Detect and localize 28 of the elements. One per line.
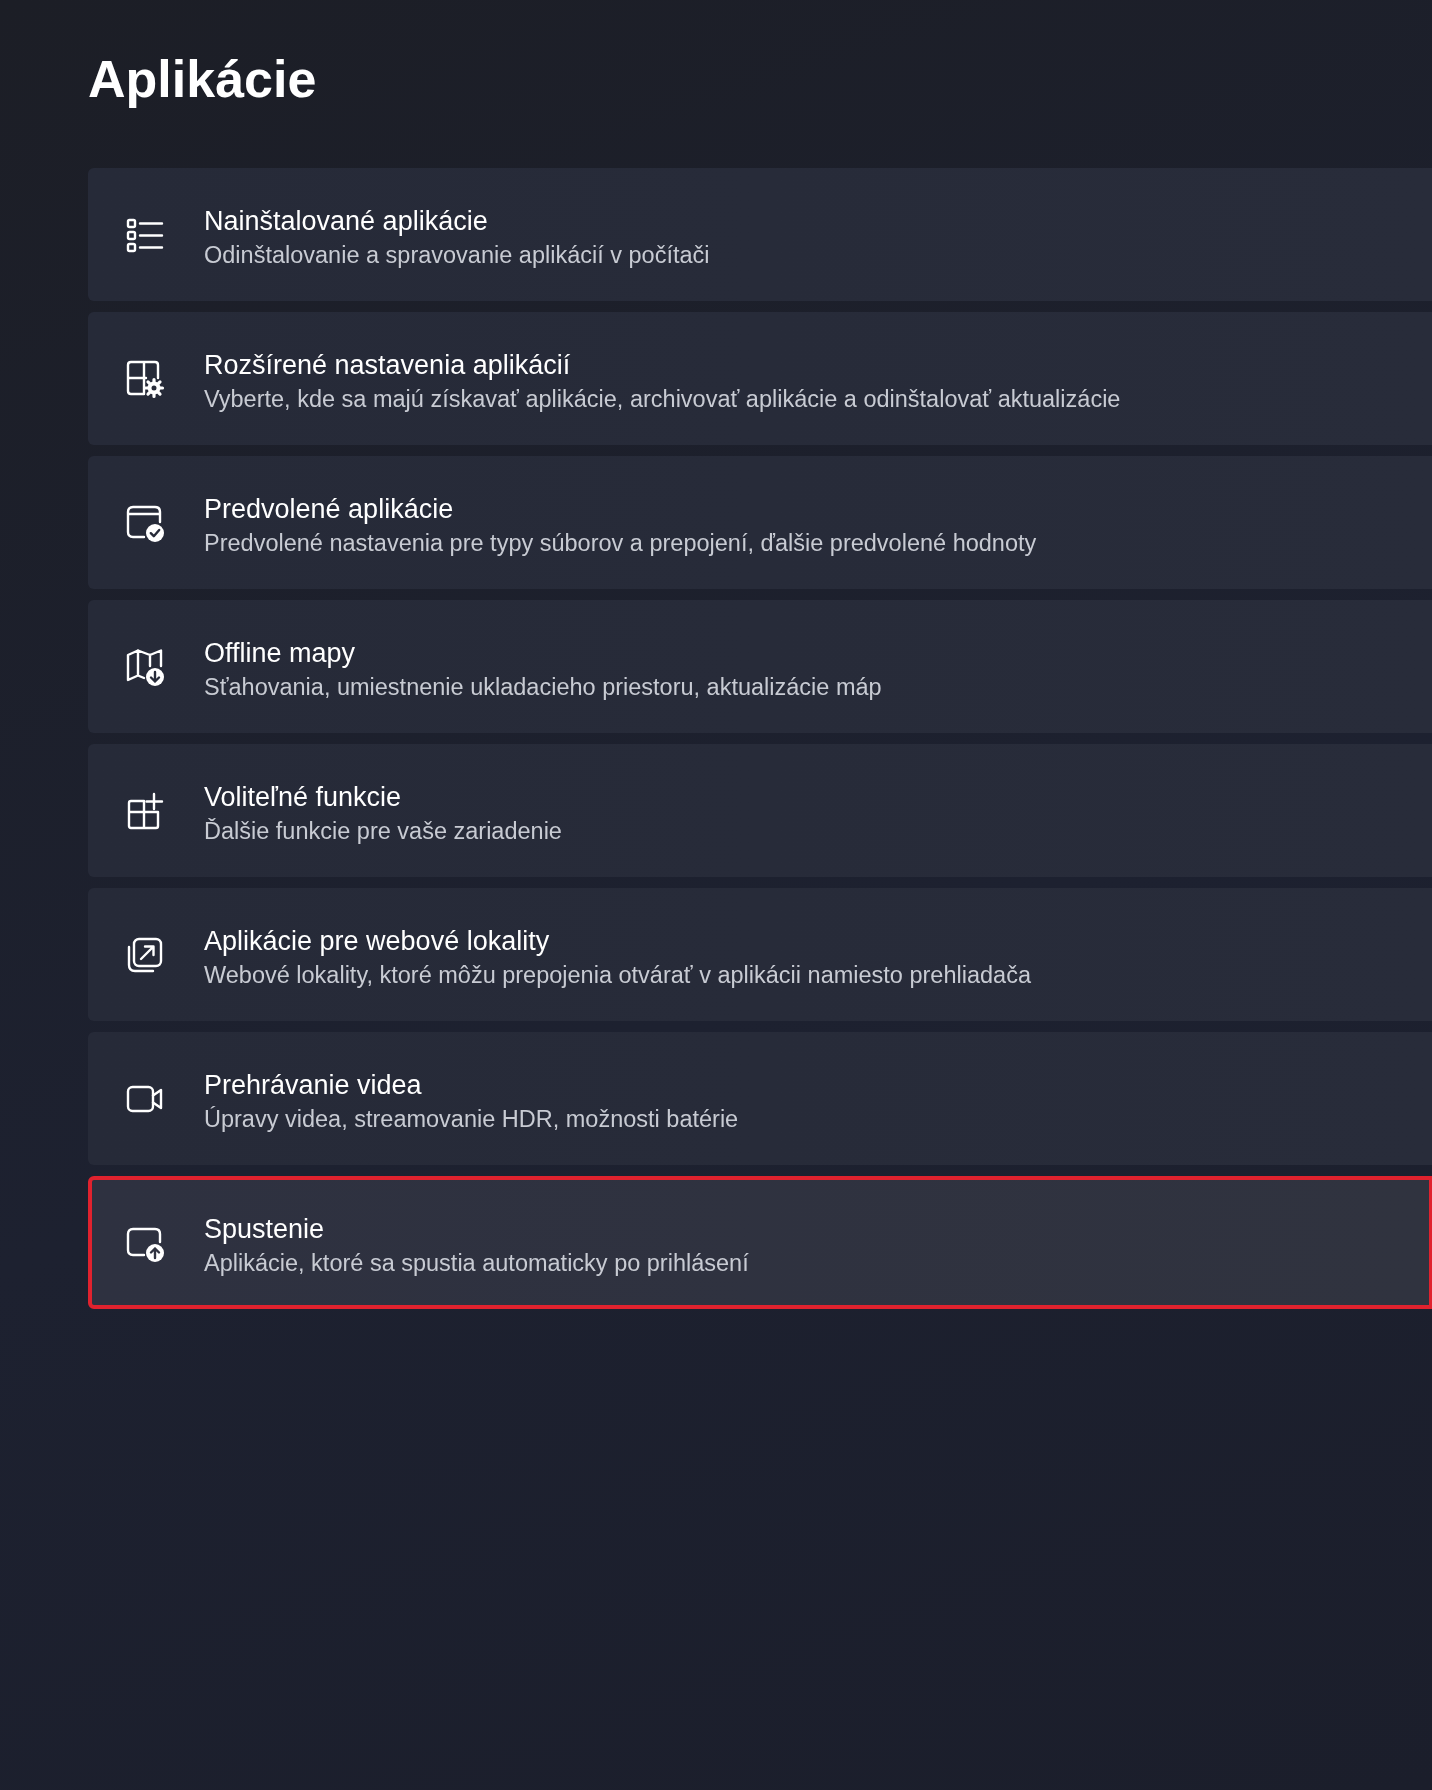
settings-item[interactable]: Voliteľné funkcie Ďalšie funkcie pre vaše zariadenie [88, 744, 1432, 877]
page-title: Aplikácie [88, 49, 317, 110]
item-description: Odinštalovanie a spravovanie aplikácií v počítači [204, 240, 710, 270]
item-description: Vyberte, kde sa majú získavať aplikácie, archivovať aplikácie a odinštalovať aktualizácie [204, 384, 1121, 414]
item-description: Predvolené nastavenia pre typy súborov a prepojení, ďalšie predvolené hodnoty [204, 528, 1037, 558]
item-description: Webové lokality, ktoré môžu prepojenia otvárať v aplikácii namiesto prehliadača [204, 960, 1031, 990]
grid-gear-icon [125, 358, 165, 399]
item-title: Nainštalované aplikácie [204, 204, 488, 238]
item-description: Sťahovania, umiestnenie ukladacieho priestoru, aktualizácie máp [204, 672, 882, 702]
item-description: Ďalšie funkcie pre vaše zariadenie [204, 816, 562, 846]
map-download-icon [125, 646, 165, 687]
item-title: Offline mapy [204, 636, 356, 670]
settings-item[interactable]: Aplikácie pre webové lokality Webové lokality, ktoré môžu prepojenia otvárať v aplikácii namiesto prehliadača [88, 888, 1432, 1021]
item-title: Predvolené aplikácie [204, 492, 454, 526]
item-title: Voliteľné funkcie [204, 780, 401, 814]
settings-item[interactable]: Offline mapy Sťahovania, umiestnenie ukladacieho priestoru, aktualizácie máp [88, 600, 1432, 733]
item-title: Spustenie [204, 1212, 325, 1246]
item-description: Úpravy videa, streamovanie HDR, možnosti batérie [204, 1104, 739, 1134]
settings-item[interactable]: Spustenie Aplikácie, ktoré sa spustia automaticky po prihlásení [88, 1176, 1432, 1309]
item-title: Prehrávanie videa [204, 1068, 422, 1102]
item-title: Aplikácie pre webové lokality [204, 924, 550, 958]
settings-item[interactable]: Nainštalované aplikácie Odinštalovanie a spravovanie aplikácií v počítači [88, 168, 1432, 301]
settings-item[interactable]: Rozšírené nastavenia aplikácií Vyberte, kde sa majú získavať aplikácie, archivovať aplikácie a odinštalovať aktualizácie [88, 312, 1432, 445]
item-title: Rozšírené nastavenia aplikácií [204, 348, 571, 382]
grid-plus-icon [125, 790, 165, 831]
item-description: Aplikácie, ktoré sa spustia automaticky po prihlásení [204, 1248, 749, 1278]
settings-item[interactable]: Prehrávanie videa Úpravy videa, streamovanie HDR, možnosti batérie [88, 1032, 1432, 1165]
settings-item[interactable]: Predvolené aplikácie Predvolené nastavenia pre typy súborov a prepojení, ďalšie predvolené hodnoty [88, 456, 1432, 589]
